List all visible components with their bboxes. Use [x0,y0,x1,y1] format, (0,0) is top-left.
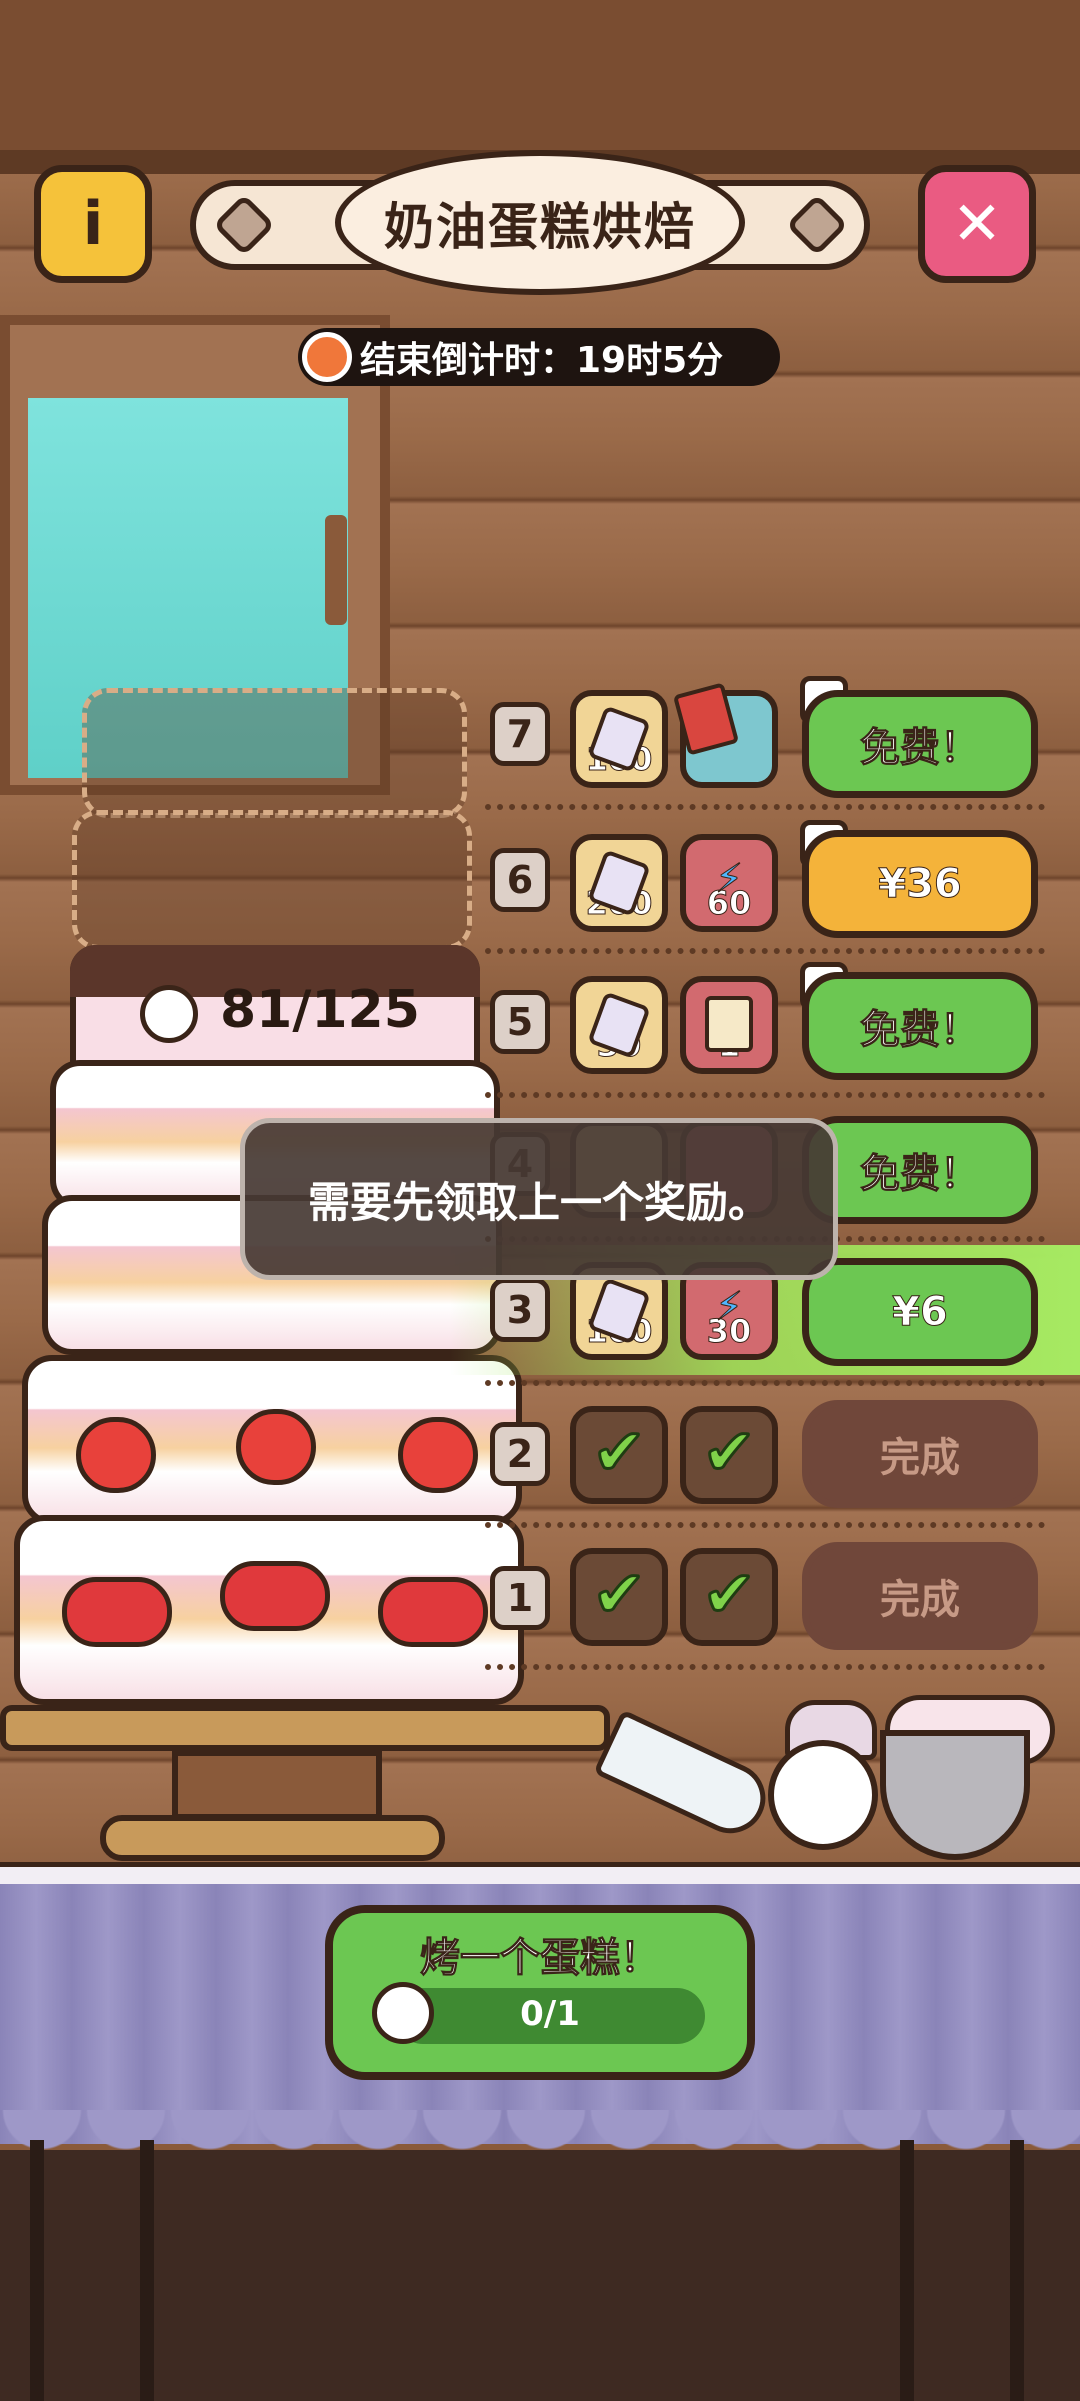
gem-reward-slot[interactable]: 200 [570,834,668,932]
ticket-reward-slot[interactable]: 1 [680,976,778,1074]
toast-text: 需要先领取上一个奖励。 [307,1177,770,1227]
floor [0,2150,1080,2401]
checkmark-icon: ✔ [591,1558,648,1632]
apple-decoration-icon [236,1409,316,1485]
level-badge: 1 [490,1566,550,1630]
claimed-reward-slot: ✔ [570,1548,668,1646]
row-divider [485,948,1045,954]
purchase-button[interactable]: ¥36 [802,830,1038,938]
info-icon: i [82,189,104,259]
gem-reward-slot[interactable]: 100 [570,690,668,788]
completed-button: 完成 [802,1400,1038,1508]
level-badge: 7 [490,702,550,766]
level-badge: 5 [490,990,550,1054]
completed-button: 完成 [802,1542,1038,1650]
info-button[interactable]: i [34,165,152,283]
chef-character [768,1740,878,1850]
card-reward-slot[interactable] [672,682,778,788]
row-divider [485,1092,1045,1098]
ribbon-bow-icon [378,1577,488,1647]
floor-plank [140,2140,154,2401]
claimed-reward-slot: ✔ [680,1548,778,1646]
checkmark-icon: ✔ [591,1416,648,1490]
purchase-button[interactable]: ¥6 [802,1258,1038,1366]
close-button[interactable]: ✕ [918,165,1036,283]
row-divider [485,1522,1045,1528]
floor-plank [1010,2140,1024,2401]
card-pack-icon [672,682,740,756]
clock-icon [302,332,352,382]
cake-layer-1 [14,1515,524,1705]
row-divider [485,804,1045,810]
claim-free-button[interactable]: 免费！ [802,690,1038,798]
cake-stand-top [0,1705,610,1751]
floor-plank [30,2140,44,2401]
cake-stand-base [100,1815,445,1861]
level-badge: 6 [490,848,550,912]
page-title: 奶油蛋糕烘焙 [384,197,696,256]
energy-reward-slot[interactable]: ⚡ 60 [680,834,778,932]
cake-layer-placeholder-7 [82,688,467,818]
cake-progress: 81/125 [220,980,420,1040]
floor-plank [900,2140,914,2401]
countdown-text: 结束倒计时：19时5分 [360,340,724,381]
checkmark-icon: ✔ [701,1416,758,1490]
bake-cake-label: 烤一个蛋糕！ [420,1935,661,1982]
title-banner: 奶油蛋糕烘焙 [335,150,745,295]
row-divider [485,1380,1045,1386]
ticket-icon [705,996,753,1052]
window-handle [325,515,347,625]
apple-decoration-icon [398,1417,478,1493]
apple-decoration-icon [76,1417,156,1493]
ribbon-bow-icon [62,1577,172,1647]
ribbon-bow-icon [220,1561,330,1631]
level-badge: 2 [490,1422,550,1486]
countdown-timer: 结束倒计时：19时5分 [298,328,780,386]
claimed-reward-slot: ✔ [570,1406,668,1504]
cake-layer-3 [22,1355,522,1525]
cream-icon [140,985,198,1043]
gem-reward-slot[interactable]: 30 [570,976,668,1074]
lightning-icon: ⚡ [714,856,744,903]
cake-stand-stem [172,1750,382,1820]
claim-free-button[interactable]: 免费！ [802,972,1038,1080]
level-badge: 3 [490,1278,550,1342]
claimed-reward-slot: ✔ [680,1406,778,1504]
lightning-icon: ⚡ [714,1284,744,1331]
row-divider [485,1664,1045,1670]
cake-layer-placeholder-6 [72,810,472,950]
bake-progress-text: 0/1 [520,1994,580,2034]
close-icon: ✕ [951,189,1003,259]
checkmark-icon: ✔ [701,1558,758,1632]
toast-message: 需要先领取上一个奖励。 [240,1118,838,1280]
ceiling-beam [0,0,1080,150]
